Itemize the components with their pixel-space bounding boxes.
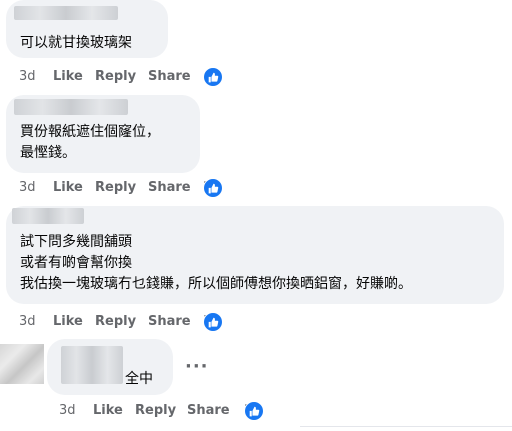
comment-bubble: 試下問多幾間舖頭 或者有啲會幫你換 我估換一塊玻璃冇乜錢賺，所以個師傅想你換晒鋁… (6, 206, 504, 304)
like-button[interactable]: Like (53, 312, 83, 332)
comment-text-line: 我估換一塊玻璃冇乜錢賺，所以個師傅想你換晒鋁窗，好賺啲。 (20, 276, 412, 292)
commenter-name-redacted[interactable] (14, 6, 118, 20)
more-options-icon[interactable]: ··· (185, 356, 209, 377)
comment-text-line: 試下問多幾間舖頭 (20, 234, 132, 250)
comment-text: 可以就甘換玻璃架 (20, 35, 132, 51)
commenter-name-redacted[interactable] (14, 99, 128, 115)
comment-text-line: 或者有啲會幫你換 (20, 255, 132, 271)
commenter-name-redacted[interactable] (61, 346, 123, 384)
share-button[interactable]: Share (148, 178, 191, 198)
comment-text-line: 最慳錢。 (20, 145, 76, 161)
comment-bubble: 全中 (47, 339, 173, 395)
comment-actions: 3d Like Reply Share 4 (19, 67, 279, 87)
share-button[interactable]: Share (187, 401, 230, 421)
reply-button[interactable]: Reply (95, 312, 136, 332)
comment-bubble: 可以就甘換玻璃架 (6, 0, 168, 58)
comment-timestamp[interactable]: 3d (59, 401, 76, 421)
avatar[interactable] (0, 344, 44, 384)
comment-actions: 3d Like Reply Share 2 (19, 178, 279, 198)
comment-timestamp[interactable]: 3d (19, 178, 36, 198)
like-thumbs-up-icon (203, 312, 223, 332)
share-button[interactable]: Share (148, 312, 191, 332)
commenter-name-redacted[interactable] (12, 208, 84, 224)
divider (300, 426, 512, 427)
comment-timestamp[interactable]: 3d (19, 67, 36, 87)
reply-button[interactable]: Reply (95, 178, 136, 198)
like-thumbs-up-icon (203, 67, 223, 87)
comment-actions: 3d Like Reply Share 5 (19, 312, 279, 332)
like-button[interactable]: Like (93, 401, 123, 421)
comment-actions: 3d Like Reply Share 2 (59, 401, 319, 421)
comment-timestamp[interactable]: 3d (19, 312, 36, 332)
share-button[interactable]: Share (148, 67, 191, 87)
comment-text-line: 買份報紙遮住個窿位， (20, 124, 160, 140)
like-thumbs-up-icon (244, 401, 264, 421)
reply-button[interactable]: Reply (95, 67, 136, 87)
comment-bubble: 買份報紙遮住個窿位， 最慳錢。 (6, 95, 200, 173)
like-button[interactable]: Like (53, 67, 83, 87)
like-button[interactable]: Like (53, 178, 83, 198)
comment-text: 全中 (125, 371, 153, 387)
reply-button[interactable]: Reply (135, 401, 176, 421)
like-thumbs-up-icon (203, 178, 223, 198)
